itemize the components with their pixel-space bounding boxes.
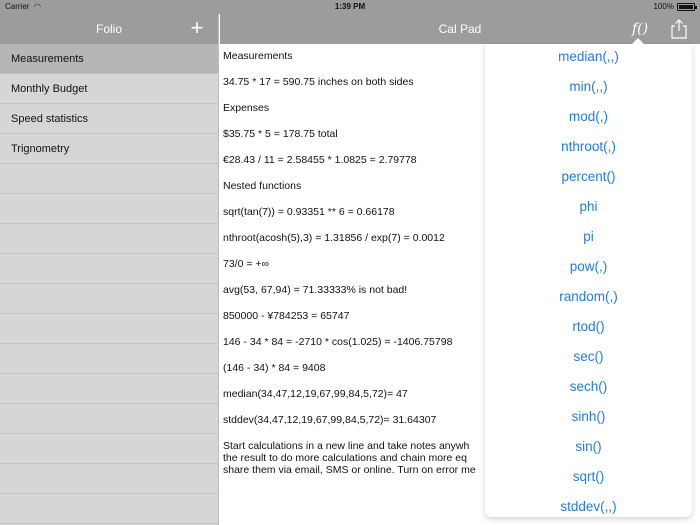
help-line: Start calculations in a new line and tak… [223,440,470,452]
function-item-random[interactable]: random(,) [485,284,692,314]
sidebar-empty-row [0,194,218,224]
function-icon[interactable]: f() [632,18,654,40]
function-list: median(,,) min(,,) mod(,) nthroot(,) per… [485,44,692,517]
add-note-button[interactable]: + [187,17,207,39]
sidebar-empty-row [0,254,218,284]
status-time: 1:39 PM [334,2,366,11]
share-icon[interactable] [670,18,688,40]
function-popover: median(,,) min(,,) mod(,) nthroot(,) per… [485,44,692,517]
sidebar-header: Folio + [0,14,218,44]
sidebar-empty-row [0,284,218,314]
sidebar-empty-row [0,164,218,194]
function-item-sec[interactable]: sec() [485,344,692,374]
function-item-pi[interactable]: pi [485,224,692,254]
help-line: share them via email, SMS or online. Tur… [223,464,476,476]
function-item-nthroot[interactable]: nthroot(,) [485,134,692,164]
sidebar-empty-row [0,224,218,254]
function-item-sech[interactable]: sech() [485,374,692,404]
status-bar: Carrier ◠ 1:39 PM 100% [0,0,700,14]
sidebar-empty-row [0,434,218,464]
sidebar-empty-row [0,374,218,404]
folio-list: Measurements Monthly Budget Speed statis… [0,44,218,524]
function-item-median[interactable]: median(,,) [485,44,692,74]
function-item-pow[interactable]: pow(,) [485,254,692,284]
sidebar-item-measurements[interactable]: Measurements [0,44,218,74]
function-item-min[interactable]: min(,,) [485,74,692,104]
help-line: the result to do more calculations and c… [223,452,467,464]
function-item-stddev[interactable]: stddev(,,) [485,494,692,517]
sidebar: Folio + Measurements Monthly Budget Spee… [0,14,219,525]
function-item-percent[interactable]: percent() [485,164,692,194]
main-header: Cal Pad f() [220,14,700,44]
help-paragraph: Start calculations in a new line and tak… [223,440,487,476]
function-item-rtod[interactable]: rtod() [485,314,692,344]
sidebar-item-monthly-budget[interactable]: Monthly Budget [0,74,218,104]
battery-percent: 100% [653,2,674,11]
sidebar-item-trignometry[interactable]: Trignometry [0,134,218,164]
page-title: Cal Pad [438,22,482,36]
sidebar-empty-row [0,314,218,344]
battery-icon [677,3,697,11]
sidebar-empty-row [0,494,218,524]
sidebar-empty-row [0,404,218,434]
sidebar-item-speed-statistics[interactable]: Speed statistics [0,104,218,134]
function-item-phi[interactable]: phi [485,194,692,224]
function-item-sin[interactable]: sin() [485,434,692,464]
sidebar-title: Folio [95,22,122,36]
function-item-sinh[interactable]: sinh() [485,404,692,434]
sidebar-empty-row [0,464,218,494]
function-item-mod[interactable]: mod(,) [485,104,692,134]
function-item-sqrt[interactable]: sqrt() [485,464,692,494]
sidebar-empty-row [0,344,218,374]
